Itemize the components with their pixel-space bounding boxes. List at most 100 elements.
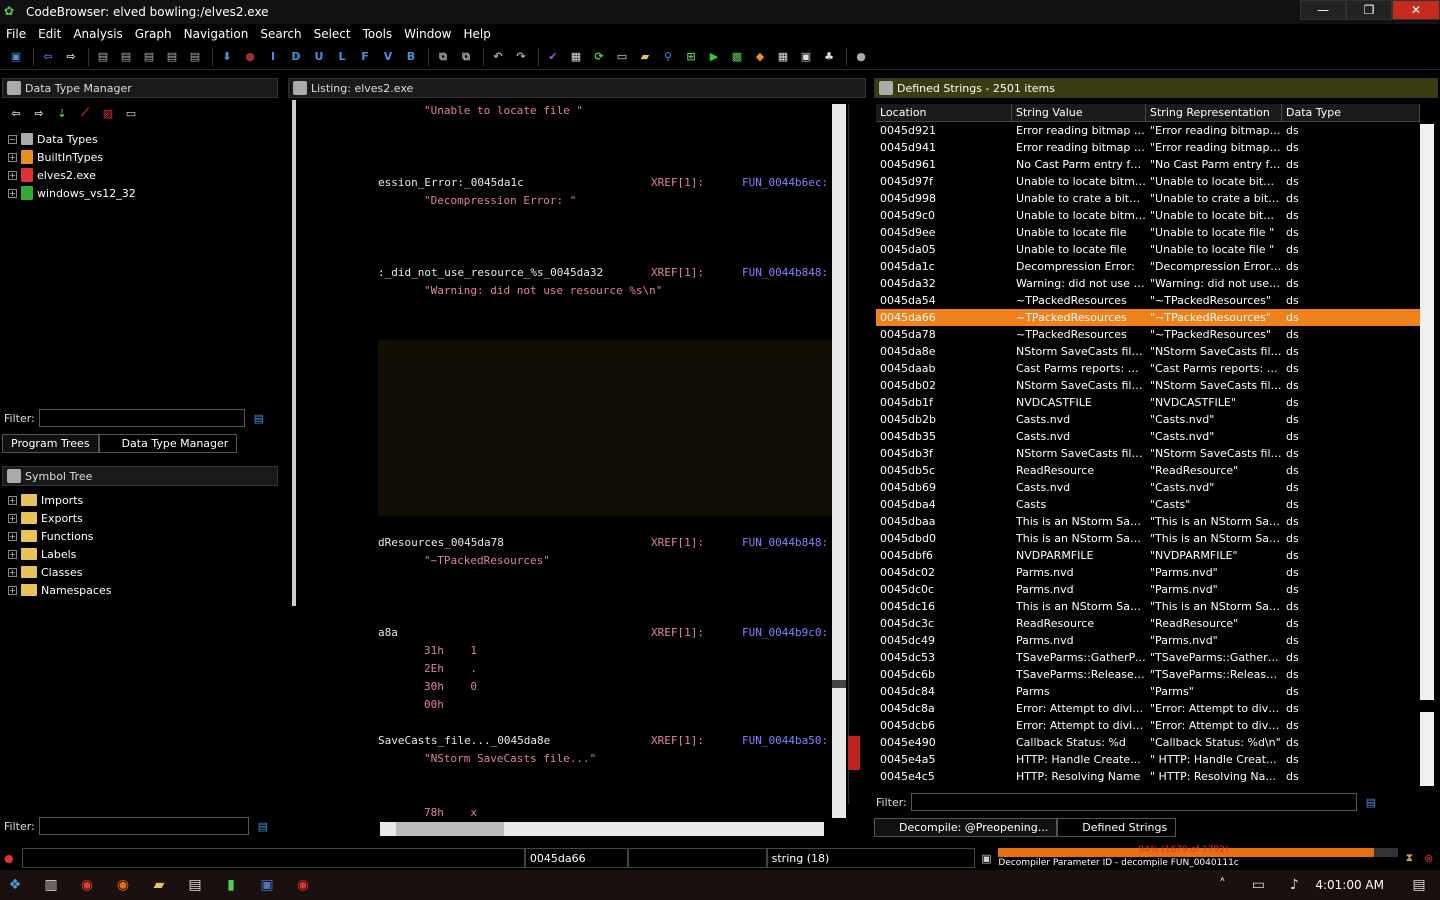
table-row[interactable]: 0045dc49 Parms.nvd "Parms.nvd" ds [876, 632, 1420, 649]
save-icon[interactable]: ▣ [6, 47, 26, 67]
expand-icon[interactable]: + [8, 188, 17, 198]
table-row[interactable]: 0045dbf6 NVDPARMFILE "NVDPARMFILE" ds [876, 547, 1420, 564]
listing-line-hex[interactable]: 2Eh . [424, 662, 477, 675]
table-row[interactable]: 0045e4a5 HTTP: Handle Create... " HTTP: H… [876, 751, 1420, 768]
nav-instruction-button[interactable]: I [263, 47, 283, 67]
collapse-icon[interactable]: − [8, 134, 17, 144]
redo-icon[interactable]: ↷ [511, 47, 531, 67]
listing-hscroll-thumb[interactable] [396, 822, 504, 836]
symbol-node-functions[interactable]: + Functions [8, 527, 278, 545]
close-button[interactable]: ✕ [1392, 0, 1440, 20]
table-row[interactable]: 0045da1c Decompression Error: "Decompressi… [876, 258, 1420, 275]
cancel-task-icon[interactable]: ⊗ [1424, 852, 1440, 865]
memory-map-icon[interactable]: ▦ [566, 47, 586, 67]
notepad-icon[interactable]: ▮ [216, 873, 246, 897]
symbol-node-imports[interactable]: + Imports [8, 491, 278, 509]
table-row[interactable]: 0045dcb6 Error: Attempt to divid... "Error… [876, 717, 1420, 734]
table-row[interactable]: 0045db35 Casts.nvd "Casts.nvd" ds [876, 428, 1420, 445]
filter-options-icon[interactable]: ▤ [253, 816, 273, 836]
task-monitor-icon[interactable]: ▣ [975, 852, 999, 865]
tab-defined-strings[interactable]: Defined Strings [1057, 818, 1177, 837]
table-row[interactable]: 0045db2b Casts.nvd "Casts.nvd" ds [876, 411, 1420, 428]
expand-icon[interactable]: + [8, 152, 17, 162]
expand-icon[interactable]: + [8, 549, 17, 559]
listing-line-lbl[interactable]: ession_Error:_0045da1c [378, 176, 524, 189]
table-row[interactable]: 0045dc53 TSaveParms::GatherPa... "TSavePar… [876, 649, 1420, 666]
menu-tools[interactable]: Tools [357, 27, 399, 41]
open-folder-icon[interactable]: ▰ [635, 47, 655, 67]
col-data-type[interactable]: Data Type [1282, 104, 1420, 121]
table-row[interactable]: 0045dc6b TSaveParms::ReleaseP... "TSavePar… [876, 666, 1420, 683]
prev-bookmark-icon[interactable]: ▤ [185, 47, 205, 67]
start-icon[interactable]: ❖ [0, 873, 30, 897]
listing-line-fun[interactable]: FUN_0044b9c0: [742, 626, 828, 639]
listing-line-fun[interactable]: FUN_0044b848: [742, 536, 828, 549]
table-row[interactable]: 0045da66 ~TPackedResources "~TPackedResour… [876, 309, 1420, 326]
nav-undefined-button[interactable]: U [309, 47, 329, 67]
tree-icon[interactable]: ♣ [819, 47, 839, 67]
table-row[interactable]: 0045d97f Unable to locate bitmap "Unable t… [876, 173, 1420, 190]
network-icon[interactable]: ▭ [1243, 873, 1273, 897]
expand-icon[interactable]: + [8, 585, 17, 595]
table-row[interactable]: 0045dc0c Parms.nvd "Parms.nvd" ds [876, 581, 1420, 598]
listing-line-lbl[interactable]: SaveCasts_file..._0045da8e [378, 734, 550, 747]
copy-icon[interactable]: ⧉ [433, 47, 453, 67]
vm-icon[interactable]: ▣ [252, 873, 282, 897]
maximize-button[interactable]: ❐ [1346, 0, 1392, 20]
expand-icon[interactable]: + [8, 513, 17, 523]
table-row[interactable]: 0045da32 Warning: did not use re... "Warni… [876, 275, 1420, 292]
menu-navigation[interactable]: Navigation [178, 27, 255, 41]
prev-instruction-icon[interactable]: ▤ [116, 47, 136, 67]
dtm-forward-icon[interactable]: ⇨ [29, 103, 49, 123]
ghidra-taskbar-icon[interactable]: ◉ [288, 873, 318, 897]
menu-help[interactable]: Help [458, 27, 497, 41]
col-location[interactable]: Location [876, 104, 1012, 121]
listing-line-fun[interactable]: FUN_0044b6ec: [742, 176, 828, 189]
show-desktop-icon[interactable]: ▥ [36, 873, 66, 897]
overview-bar[interactable] [848, 104, 864, 804]
table-row[interactable]: 0045d941 Error reading bitmap im... "Error… [876, 139, 1420, 156]
table-row[interactable]: 0045d961 No Cast Parm entry fou... "No Cas… [876, 156, 1420, 173]
symbol-node-classes[interactable]: + Classes [8, 563, 278, 581]
listing-scroll-thumb[interactable] [832, 680, 846, 688]
col-string-representation[interactable]: String Representation [1146, 104, 1282, 121]
notification-icon[interactable]: ▤ [1404, 873, 1434, 897]
nav-bookmark-button[interactable]: B [401, 47, 421, 67]
menu-select[interactable]: Select [308, 27, 357, 41]
nav-value-button[interactable]: V [378, 47, 398, 67]
window-icon[interactable]: ▣ [796, 47, 816, 67]
symbol-node-exports[interactable]: + Exports [8, 509, 278, 527]
dtm-back-icon[interactable]: ⇦ [6, 103, 26, 123]
table-row[interactable]: 0045d921 Error reading bitmap im... "Error… [876, 122, 1420, 139]
strings-scrollbar[interactable] [1420, 124, 1434, 786]
listing-line-str[interactable]: "Decompression Error: " [424, 194, 576, 207]
strings-scroll-thumb[interactable] [1420, 700, 1434, 712]
table-row[interactable]: 0045da8e NStorm SaveCasts file... "NStorm … [876, 343, 1420, 360]
refresh-icon[interactable]: ⟳ [589, 47, 609, 67]
table-row[interactable]: 0045d9c0 Unable to locate bitmap... "Unabl… [876, 207, 1420, 224]
menu-analysis[interactable]: Analysis [67, 27, 128, 41]
table-row[interactable]: 0045dc8a Error: Attempt to divid... "Error… [876, 700, 1420, 717]
listing-vertical-scrollbar[interactable] [832, 104, 846, 818]
listing-line-lbl[interactable]: a8a [378, 626, 398, 639]
menu-edit[interactable]: Edit [32, 27, 67, 41]
undo-icon[interactable]: ↶ [488, 47, 508, 67]
table-row[interactable]: 0045dba4 Casts "Casts" ds [876, 496, 1420, 513]
listing-line-fun[interactable]: FUN_0044ba50: [742, 734, 828, 747]
prev-label-icon[interactable]: ▤ [162, 47, 182, 67]
table-row[interactable]: 0045dc02 Parms.nvd "Parms.nvd" ds [876, 564, 1420, 581]
table-row[interactable]: 0045db69 Casts.nvd "Casts.nvd" ds [876, 479, 1420, 496]
volume-icon[interactable]: ♪ [1279, 873, 1309, 897]
strings-filter-input[interactable] [910, 793, 1357, 811]
table-row[interactable]: 0045dc84 Parms "Parms" ds [876, 683, 1420, 700]
filter-options-icon[interactable]: ▤ [249, 408, 269, 428]
symbol-filter-input[interactable] [38, 817, 249, 835]
table-row[interactable]: 0045d9ee Unable to locate file "Unable to … [876, 224, 1420, 241]
tray-arrow-icon[interactable]: ˄ [1207, 873, 1237, 897]
table-row[interactable]: 0045db5c ReadResource "ReadResource" ds [876, 462, 1420, 479]
listing-line-hex[interactable]: 00h [424, 698, 444, 711]
table-row[interactable]: 0045e490 Callback Status: %d "Callback Sta… [876, 734, 1420, 751]
bytes-icon[interactable]: ▭ [612, 47, 632, 67]
paste-icon[interactable]: ⧉ [456, 47, 476, 67]
nav-data-button[interactable]: D [286, 47, 306, 67]
